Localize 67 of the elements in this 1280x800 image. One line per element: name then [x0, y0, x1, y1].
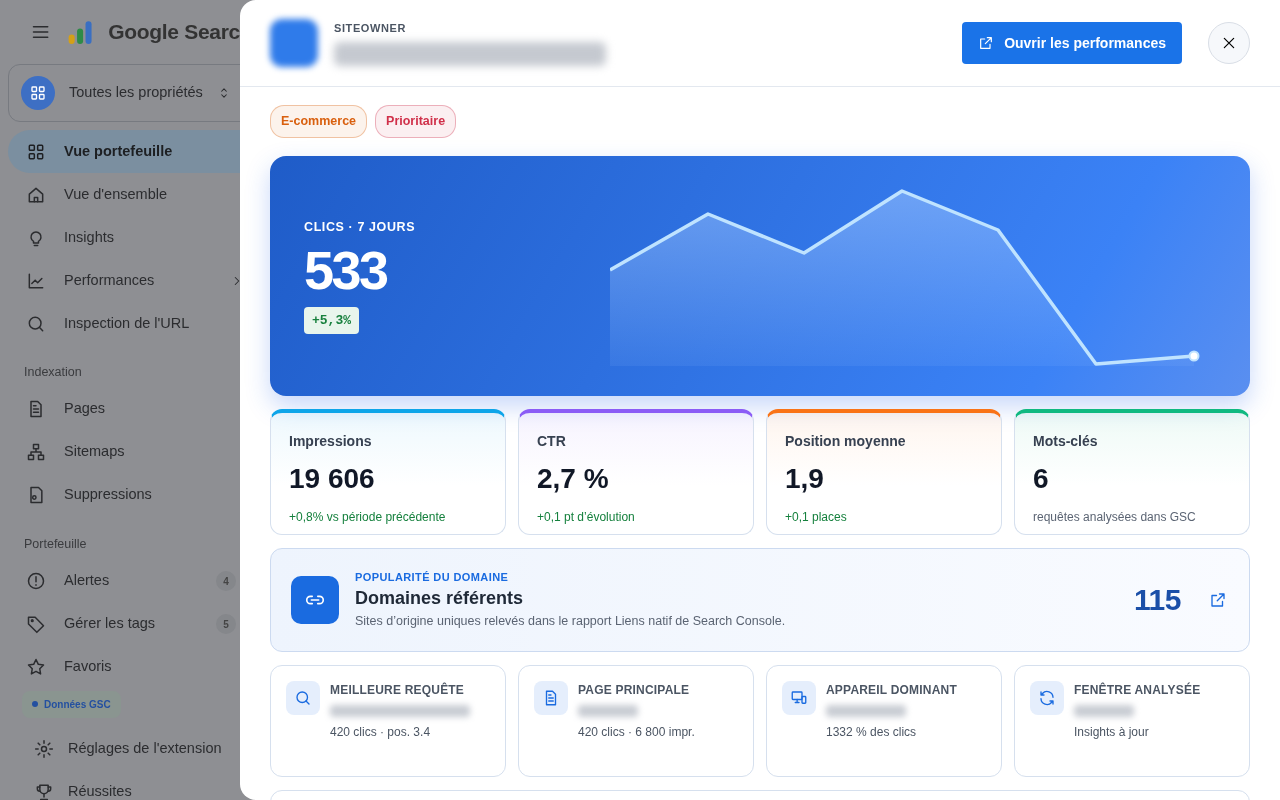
- alert-icon: [26, 571, 46, 591]
- blurred-value: [578, 704, 638, 717]
- section-heading: Portefeuille: [23, 535, 88, 553]
- nav-item[interactable]: Performances: [8, 259, 240, 302]
- site-owner-label: SITEOWNER: [334, 20, 407, 36]
- external-link-icon: [978, 35, 995, 51]
- hero-label: CLICS · 7 JOURS: [304, 218, 417, 236]
- refresh-icon: [1038, 688, 1056, 707]
- brand-title: Google Searc: [108, 19, 240, 46]
- stat-note: +0,1 places: [785, 508, 848, 526]
- stat-note: requêtes analysées dans GSC: [1033, 508, 1197, 526]
- site-icon: [270, 19, 318, 67]
- stat-label: CTR: [537, 431, 567, 451]
- tag-chip: Prioritaire: [375, 105, 457, 138]
- settings-icon: [34, 739, 54, 759]
- close-icon: [1221, 35, 1237, 51]
- count-badge: 4: [216, 571, 236, 591]
- domain-eyebrow: POPULARITÉ DU DOMAINE: [355, 569, 510, 585]
- stat-label: Position moyenne: [785, 431, 907, 451]
- domain-title: Domaines référents: [355, 587, 525, 611]
- stat-value: 6: [1033, 461, 1050, 496]
- hero-value: 533: [304, 242, 388, 297]
- nav-item[interactable]: Inspection de l'URL: [8, 302, 240, 345]
- nav-item[interactable]: Suppressions: [8, 473, 240, 517]
- domain-count: 115: [1134, 582, 1181, 619]
- delta-badge: +5,3%: [304, 306, 359, 334]
- status-pill: Données GSC: [22, 690, 121, 718]
- nav-item[interactable]: Réussites: [8, 770, 240, 800]
- info-detail: 420 clics · pos. 3.4: [330, 723, 432, 741]
- nav-item[interactable]: Insights: [8, 216, 240, 259]
- nav-item[interactable]: Réglages de l'extension: [8, 727, 240, 771]
- domain-description: Sites d’origine uniques relevés dans le rapport Liens natif de Search Console.: [355, 613, 786, 631]
- info-label: APPAREIL DOMINANT: [826, 681, 957, 699]
- stat-label: Mots-clés: [1033, 431, 1099, 451]
- devices-icon: [790, 688, 808, 707]
- nav-item[interactable]: Sitemaps: [8, 430, 240, 474]
- nav-item[interactable]: Alertes 4: [8, 559, 240, 603]
- info-detail: 1332 % des clics: [826, 723, 918, 741]
- stat-value: 1,9: [785, 461, 825, 496]
- blurred-value: [1074, 704, 1134, 717]
- stat-note: +0,8% vs période précédente: [289, 508, 447, 526]
- stat-value: 19 606: [289, 461, 376, 496]
- nav-item[interactable]: Vue d'ensemble: [8, 173, 240, 216]
- external-link-icon[interactable]: [1209, 590, 1227, 609]
- nav-item[interactable]: Vue portefeuille: [8, 130, 240, 173]
- info-detail: 420 clics · 6 800 impr.: [578, 723, 695, 741]
- trophy-icon: [34, 782, 54, 800]
- info-label: PAGE PRINCIPALE: [578, 681, 691, 699]
- grid-icon: [29, 84, 47, 102]
- nav-item[interactable]: Gérer les tags 5: [8, 602, 240, 646]
- property-label: Toutes les propriétés: [69, 83, 203, 103]
- sitemap-icon: [26, 442, 46, 463]
- count-badge: 5: [216, 614, 236, 634]
- section-heading: Indexation: [23, 364, 83, 381]
- info-label: FENÊTRE ANALYSÉE: [1074, 681, 1201, 699]
- search-icon: [294, 688, 312, 707]
- info-label: MEILLEURE REQUÊTE: [330, 681, 466, 699]
- nav-item[interactable]: Pages: [8, 387, 240, 431]
- nav-item[interactable]: Favoris: [8, 645, 240, 689]
- tag-chip: E-commerce: [270, 105, 368, 138]
- open-performance-button[interactable]: Ouvrir les performances: [962, 22, 1182, 64]
- stat-value: 2,7 %: [537, 461, 610, 496]
- info-detail: Insights à jour: [1074, 723, 1150, 741]
- stat-label: Impressions: [289, 431, 373, 451]
- star-icon: [26, 657, 46, 677]
- tag-icon: [26, 614, 46, 634]
- stat-note: +0,1 pt d’évolution: [537, 508, 636, 526]
